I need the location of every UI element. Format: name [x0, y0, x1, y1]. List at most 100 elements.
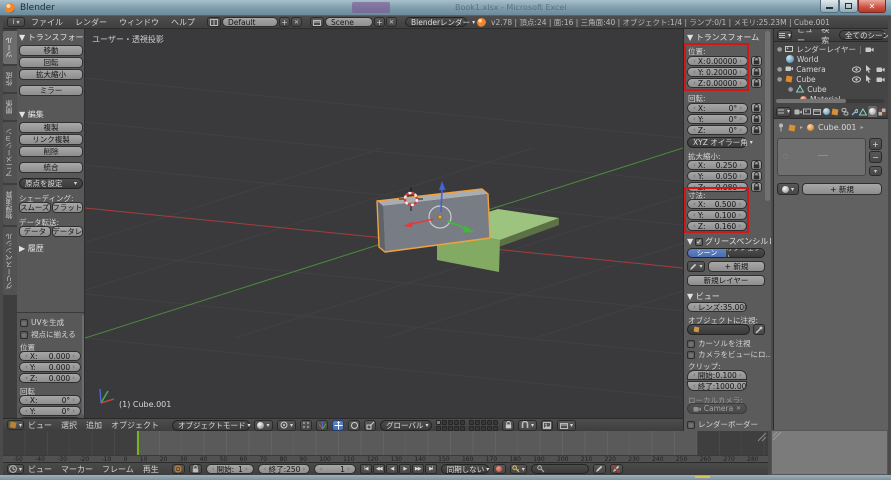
- generate-uv-checkbox-row[interactable]: UVを生成: [20, 317, 64, 328]
- lock-icon[interactable]: [751, 56, 762, 66]
- menu-item[interactable]: ウィンドウ: [119, 17, 159, 28]
- pivot-align-toggle[interactable]: [300, 420, 312, 431]
- outliner-row-cube[interactable]: ● Cube: [774, 74, 888, 84]
- transform-orientation-dropdown[interactable]: グローバル▾: [380, 420, 432, 431]
- timeline-ruler[interactable]: -50-40-30-20-100102030405060708090100110…: [3, 455, 768, 462]
- outliner-hscrollbar[interactable]: [776, 99, 884, 103]
- clip-start-field[interactable]: 開始:0.100: [687, 370, 747, 380]
- checkbox-icon[interactable]: [687, 351, 695, 359]
- checkbox-icon[interactable]: [20, 319, 28, 327]
- browse-material-dropdown[interactable]: ▾: [777, 183, 799, 195]
- lock-icon[interactable]: [751, 182, 762, 192]
- number-field[interactable]: X:0°: [19, 395, 81, 405]
- tool-button[interactable]: リンク複製: [19, 134, 83, 145]
- scene-field[interactable]: Scene: [325, 17, 373, 27]
- renderability-camera-icon[interactable]: [876, 76, 885, 83]
- manipulator-toggle[interactable]: [316, 420, 328, 431]
- tab-material-icon[interactable]: [868, 106, 876, 117]
- region-resize-grip[interactable]: [757, 432, 767, 442]
- expand-toggle[interactable]: ●: [777, 46, 782, 53]
- scene-browse-icon[interactable]: [310, 17, 324, 27]
- rotate-manipulator-button[interactable]: [348, 420, 360, 431]
- editor-type-icon[interactable]: i▾: [7, 17, 25, 27]
- playback-button[interactable]: ▶I: [425, 464, 437, 474]
- number-field[interactable]: Z:0.00000: [687, 78, 748, 88]
- mode-dropdown[interactable]: オブジェクトモード▾: [172, 420, 250, 431]
- menu-item[interactable]: 選択: [61, 420, 77, 431]
- tab-texture-icon[interactable]: [878, 106, 886, 117]
- tool-button[interactable]: 拡大縮小: [19, 69, 83, 80]
- tool-button[interactable]: 複製: [19, 122, 83, 133]
- use-preview-range-icon[interactable]: [172, 464, 185, 474]
- number-field[interactable]: X:0.00000: [687, 56, 748, 66]
- join-button[interactable]: 統合: [19, 162, 83, 173]
- lock-icon[interactable]: [751, 125, 762, 135]
- eyedropper-icon[interactable]: [753, 324, 765, 335]
- screen-layout-browse-icon[interactable]: [207, 17, 221, 27]
- number-field[interactable]: X:0.500: [687, 199, 747, 209]
- grease-pencil-checkbox[interactable]: ✓: [695, 238, 703, 246]
- grease-pencil-header[interactable]: ▼✓グリースペンシルレイ: [687, 236, 771, 247]
- number-field[interactable]: Y:0°: [19, 406, 81, 416]
- rotation-mode-dropdown[interactable]: XYZ オイラー角▾: [687, 137, 747, 148]
- n-panel-scrollbar[interactable]: [765, 31, 770, 201]
- set-origin-dropdown[interactable]: 原点を設定▾: [19, 178, 83, 189]
- outliner-row-camera[interactable]: ● Camera: [774, 64, 888, 74]
- tool-button[interactable]: 移動: [19, 45, 83, 56]
- region-resize-grip[interactable]: [772, 431, 782, 441]
- data-transfer-button[interactable]: データ: [19, 226, 51, 237]
- tool-shelf-tab[interactable]: 物理演算: [3, 185, 17, 225]
- align-to-view-checkbox-row[interactable]: 視点に揃える: [20, 329, 76, 340]
- menu-item[interactable]: マーカー: [61, 464, 93, 475]
- number-field[interactable]: X:0.000: [19, 351, 81, 361]
- checkbox-icon[interactable]: [687, 340, 695, 348]
- checkbox-icon[interactable]: [687, 421, 695, 429]
- sync-dropdown[interactable]: 同期しない▾: [441, 464, 489, 474]
- render-border-checkbox-row[interactable]: レンダーボーダー: [687, 419, 758, 430]
- number-field[interactable]: Y:0.20000: [687, 67, 748, 77]
- tool-shelf-tab[interactable]: 作成: [3, 66, 17, 92]
- lock-object-dropdown[interactable]: [687, 324, 750, 335]
- lock-icon[interactable]: [751, 78, 762, 88]
- gp-new-button[interactable]: + 新規: [708, 261, 765, 272]
- n-transform-header[interactable]: ▼ トランスフォーム: [687, 32, 759, 43]
- playback-button[interactable]: ◀◀: [373, 464, 385, 474]
- snap-magnet-dropdown[interactable]: ▾: [518, 420, 537, 431]
- playback-button[interactable]: I◀: [360, 464, 372, 474]
- selectability-arrow-icon[interactable]: [865, 65, 872, 73]
- tab-render-layers-icon[interactable]: [803, 106, 811, 117]
- number-field[interactable]: Z:0.160: [687, 221, 747, 231]
- add-scene-icon[interactable]: +: [374, 17, 385, 27]
- lock-icon[interactable]: [751, 114, 762, 124]
- layers-grid-right[interactable]: [469, 420, 498, 431]
- lock-icon[interactable]: [751, 67, 762, 77]
- shade-flat-button[interactable]: フラット: [52, 202, 84, 213]
- editor-type-icon[interactable]: ▾: [7, 464, 24, 474]
- tool-shelf-tab[interactable]: 関係: [3, 94, 17, 120]
- tab-scene-icon[interactable]: [813, 106, 821, 117]
- number-field[interactable]: Z:0.000: [19, 373, 81, 383]
- renderability-camera-icon[interactable]: [876, 66, 885, 73]
- tool-shelf-tab[interactable]: ツール: [3, 31, 17, 64]
- add-material-slot-icon[interactable]: +: [869, 138, 882, 150]
- outliner-row-world[interactable]: World: [774, 54, 888, 64]
- lock-camera-checkbox-row[interactable]: カメラをビューにロ..: [687, 349, 770, 360]
- close-button[interactable]: ✕: [858, 0, 886, 13]
- lens-field[interactable]: レンズ:35.000: [687, 302, 747, 312]
- menu-item[interactable]: ビュー: [28, 420, 52, 431]
- tab-modifiers-icon[interactable]: [850, 106, 858, 117]
- scale-manipulator-button[interactable]: [364, 420, 376, 431]
- opengl-render-anim-dropdown[interactable]: ▾: [557, 420, 576, 431]
- remove-material-slot-icon[interactable]: −: [869, 151, 882, 163]
- pivot-center-dropdown[interactable]: ▾: [277, 420, 296, 431]
- material-slot-list[interactable]: ○: [777, 138, 866, 176]
- delete-layout-icon[interactable]: ✕: [291, 17, 302, 27]
- number-field[interactable]: X:0°: [687, 103, 748, 113]
- lock-icon[interactable]: [751, 160, 762, 170]
- number-field[interactable]: Y:0.100: [687, 210, 747, 220]
- lock-icon[interactable]: [751, 171, 762, 181]
- frame-start-field[interactable]: 開始:1: [206, 464, 254, 474]
- visibility-eye-icon[interactable]: [852, 66, 861, 73]
- menu-item[interactable]: 追加: [86, 420, 102, 431]
- number-field[interactable]: Y:0.050: [687, 171, 748, 181]
